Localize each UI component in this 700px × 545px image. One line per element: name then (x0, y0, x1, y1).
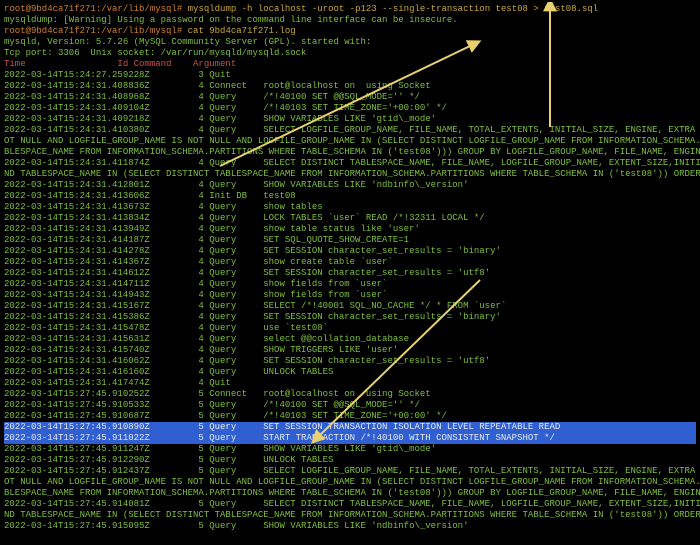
log-row: 2022-03-14T15:24:31.415167Z 4 Query SELE… (4, 301, 696, 312)
shell-prompt: root@9bd4ca71f271:/var/lib/mysql# (4, 4, 182, 14)
log-row: 2022-03-14T15:24:31.414367Z 4 Query show… (4, 257, 696, 268)
log-row: 2022-03-14T15:24:31.414711Z 4 Query show… (4, 279, 696, 290)
log-row: OT NULL AND LOGFILE_GROUP_NAME IS NOT NU… (4, 477, 696, 488)
mysqld-version-line: mysqld, Version: 5.7.26 (MySQL Community… (4, 37, 696, 48)
log-row: 2022-03-14T15:27:45.911247Z 5 Query SHOW… (4, 444, 696, 455)
log-row: 2022-03-14T15:27:45.910890Z 5 Query SET … (4, 422, 696, 433)
log-row: 2022-03-14T15:27:45.910252Z 5 Connect ro… (4, 389, 696, 400)
command-text: mysqldump -h localhost -uroot -p123 --si… (188, 4, 598, 14)
log-row: 2022-03-14T15:24:31.408968Z 4 Query /*!4… (4, 92, 696, 103)
log-row: 2022-03-14T15:24:31.409104Z 4 Query /*!4… (4, 103, 696, 114)
log-row: 2022-03-14T15:27:45.915095Z 5 Query SHOW… (4, 521, 696, 532)
log-row: 2022-03-14T15:24:31.413606Z 4 Init DB te… (4, 191, 696, 202)
log-row: 2022-03-14T15:24:31.410380Z 4 Query SELE… (4, 125, 696, 136)
log-row: 2022-03-14T15:24:31.413834Z 4 Query LOCK… (4, 213, 696, 224)
log-row: OT NULL AND LOGFILE_GROUP_NAME IS NOT NU… (4, 136, 696, 147)
warning-line: mysqldump: [Warning] Using a password on… (4, 15, 696, 26)
log-row: 2022-03-14T15:24:31.415631Z 4 Query sele… (4, 334, 696, 345)
log-row: 2022-03-14T15:24:31.413949Z 4 Query show… (4, 224, 696, 235)
log-row: 2022-03-14T15:27:45.914081Z 5 Query SELE… (4, 499, 696, 510)
mysqld-socket-line: Tcp port: 3306 Unix socket: /var/run/mys… (4, 48, 696, 59)
command-text: cat 9bd4ca71f271.log (188, 26, 296, 36)
log-row: 2022-03-14T15:24:31.416062Z 4 Query SET … (4, 356, 696, 367)
log-row: 2022-03-14T15:27:45.912437Z 5 Query SELE… (4, 466, 696, 477)
log-row: 2022-03-14T15:24:31.413673Z 4 Query show… (4, 202, 696, 213)
log-row: 2022-03-14T15:24:31.417474Z 4 Quit (4, 378, 696, 389)
log-row: 2022-03-14T15:24:31.411874Z 4 Query SELE… (4, 158, 696, 169)
log-row: 2022-03-14T15:24:27.259228Z 3 Quit (4, 70, 696, 81)
log-row: ND TABLESPACE_NAME IN (SELECT DISTINCT T… (4, 510, 696, 521)
log-row: 2022-03-14T15:24:31.415740Z 4 Query SHOW… (4, 345, 696, 356)
log-row: 2022-03-14T15:24:31.414612Z 4 Query SET … (4, 268, 696, 279)
log-row: 2022-03-14T15:24:31.414278Z 4 Query SET … (4, 246, 696, 257)
log-row: 2022-03-14T15:24:31.414943Z 4 Query show… (4, 290, 696, 301)
log-row: 2022-03-14T15:27:45.912290Z 5 Query UNLO… (4, 455, 696, 466)
log-header-row: Time Id Command Argument (4, 59, 696, 70)
log-row: 2022-03-14T15:27:45.911022Z 5 Query STAR… (4, 433, 696, 444)
log-row: 2022-03-14T15:24:31.409218Z 4 Query SHOW… (4, 114, 696, 125)
command-line-2: root@9bd4ca71f271:/var/lib/mysql# cat 9b… (4, 26, 696, 37)
log-row: 2022-03-14T15:24:31.412801Z 4 Query SHOW… (4, 180, 696, 191)
shell-prompt: root@9bd4ca71f271:/var/lib/mysql# (4, 26, 182, 36)
log-row: 2022-03-14T15:27:45.910687Z 5 Query /*!4… (4, 411, 696, 422)
log-row: 2022-03-14T15:24:31.415478Z 4 Query use … (4, 323, 696, 334)
log-row: BLESPACE_NAME FROM INFORMATION_SCHEMA.PA… (4, 488, 696, 499)
log-row: BLESPACE_NAME FROM INFORMATION_SCHEMA.PA… (4, 147, 696, 158)
log-row: ND TABLESPACE_NAME IN (SELECT DISTINCT T… (4, 169, 696, 180)
log-row: 2022-03-14T15:24:31.408836Z 4 Connect ro… (4, 81, 696, 92)
log-row: 2022-03-14T15:24:31.416160Z 4 Query UNLO… (4, 367, 696, 378)
log-row: 2022-03-14T15:27:45.910533Z 5 Query /*!4… (4, 400, 696, 411)
log-row: 2022-03-14T15:24:31.414187Z 4 Query SET … (4, 235, 696, 246)
log-rows-top: 2022-03-14T15:24:27.259228Z 3 Quit2022-0… (4, 70, 696, 422)
log-rows-highlighted: 2022-03-14T15:27:45.910890Z 5 Query SET … (4, 422, 696, 444)
log-row: 2022-03-14T15:24:31.415386Z 4 Query SET … (4, 312, 696, 323)
command-line-1: root@9bd4ca71f271:/var/lib/mysql# mysqld… (4, 4, 696, 15)
terminal-window[interactable]: root@9bd4ca71f271:/var/lib/mysql# mysqld… (0, 0, 700, 545)
log-rows-bottom: 2022-03-14T15:27:45.911247Z 5 Query SHOW… (4, 444, 696, 532)
